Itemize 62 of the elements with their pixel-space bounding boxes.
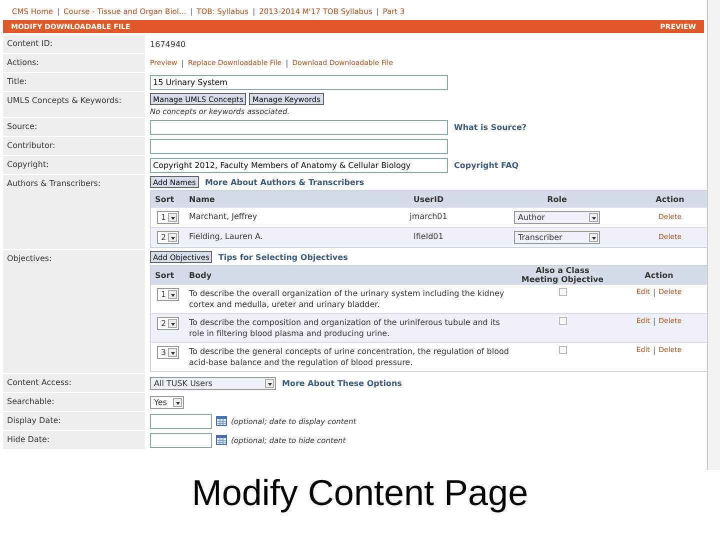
- separator: |: [652, 317, 656, 326]
- field-label: Actions:: [3, 54, 145, 72]
- checkbox[interactable]: [558, 288, 566, 296]
- dropdown[interactable]: 3: [157, 346, 179, 359]
- table-cell-text: Fielding, Lauren A.: [188, 231, 264, 242]
- separator: |: [652, 346, 656, 355]
- dropdown[interactable]: Yes: [150, 396, 184, 408]
- field-label: Authors & Transcribers:: [3, 175, 145, 249]
- field-value: 1674940: [150, 40, 187, 48]
- column-header: Action: [644, 270, 674, 280]
- text-field[interactable]: Copyright 2012, Faculty Members of Anatomy & Cellular Biology: [150, 158, 448, 172]
- field-label: Title:: [3, 73, 145, 91]
- text-field[interactable]: [150, 138, 448, 154]
- help-link[interactable]: More About These Options: [282, 378, 402, 388]
- help-link[interactable]: More About Authors & Transcribers: [204, 178, 364, 186]
- column-header: Role: [546, 194, 568, 204]
- calendar-icon: [216, 416, 227, 426]
- date-field[interactable]: [150, 414, 212, 428]
- column-header: Sort: [154, 270, 176, 280]
- dropdown[interactable]: All TUSK Users: [150, 376, 276, 390]
- date-field[interactable]: [150, 432, 212, 448]
- field-label: Contributor:: [3, 137, 145, 155]
- column-header: Also a Class Meeting Objective: [520, 266, 605, 284]
- column-header: Action: [654, 194, 686, 204]
- scrollbar[interactable]: [707, 0, 720, 470]
- dropdown[interactable]: Author: [514, 211, 600, 224]
- table-cell-text: Marchant, Jeffrey: [188, 211, 258, 222]
- field-label: Content ID:: [3, 35, 145, 53]
- column-header: Body: [188, 270, 213, 280]
- table-cell-text: To describe the composition and organization of the uriniferous tubule and its role in filtering blood plasma and producing urine.: [188, 317, 501, 339]
- table-cell-text: lfield01: [412, 231, 444, 242]
- field-label: Objectives:: [3, 250, 145, 373]
- dropdown[interactable]: Transcriber: [514, 231, 600, 244]
- column-header: UserID: [412, 194, 445, 204]
- column-header: Sort: [154, 194, 176, 204]
- field-label: Hide Date:: [3, 431, 145, 449]
- table-cell-text: jmarch01: [408, 211, 448, 222]
- separator: |: [652, 288, 656, 297]
- text-field[interactable]: [150, 120, 448, 134]
- field-label: Display Date:: [3, 412, 145, 430]
- text-field[interactable]: 15 Urinary System: [150, 74, 448, 90]
- table-cell-text: To describe the general concepts of urine concentration, the regulation of blood acid-base balance and the regulation of blood pressure.: [188, 346, 510, 368]
- dropdown[interactable]: 1: [157, 211, 179, 224]
- field-label: Searchable:: [3, 393, 145, 411]
- checkbox[interactable]: [558, 317, 566, 325]
- dropdown[interactable]: 2: [157, 231, 179, 244]
- table-cell-text: To describe the overall organization of the urinary system including the kidney cortex and medulla, ureter and urinary bladder.: [188, 288, 506, 310]
- calendar-icon: [216, 435, 227, 445]
- dropdown[interactable]: 2: [157, 317, 179, 330]
- separator: |: [286, 58, 288, 68]
- field-label: Content Access:: [3, 374, 145, 392]
- checkbox[interactable]: [558, 346, 566, 354]
- separator: |: [181, 58, 184, 68]
- field-label: UMLS Concepts & Keywords:: [3, 92, 145, 117]
- field-label: Source:: [3, 118, 145, 136]
- dropdown[interactable]: 1: [157, 288, 179, 301]
- help-link[interactable]: What is Source?: [454, 122, 527, 132]
- column-header: Name: [188, 194, 216, 204]
- slide-caption: Modify Content Page: [190, 471, 530, 514]
- help-link[interactable]: Tips for Selecting Objectives: [218, 252, 348, 262]
- field-label: Copyright:: [3, 156, 145, 174]
- help-link[interactable]: Copyright FAQ: [454, 160, 519, 170]
